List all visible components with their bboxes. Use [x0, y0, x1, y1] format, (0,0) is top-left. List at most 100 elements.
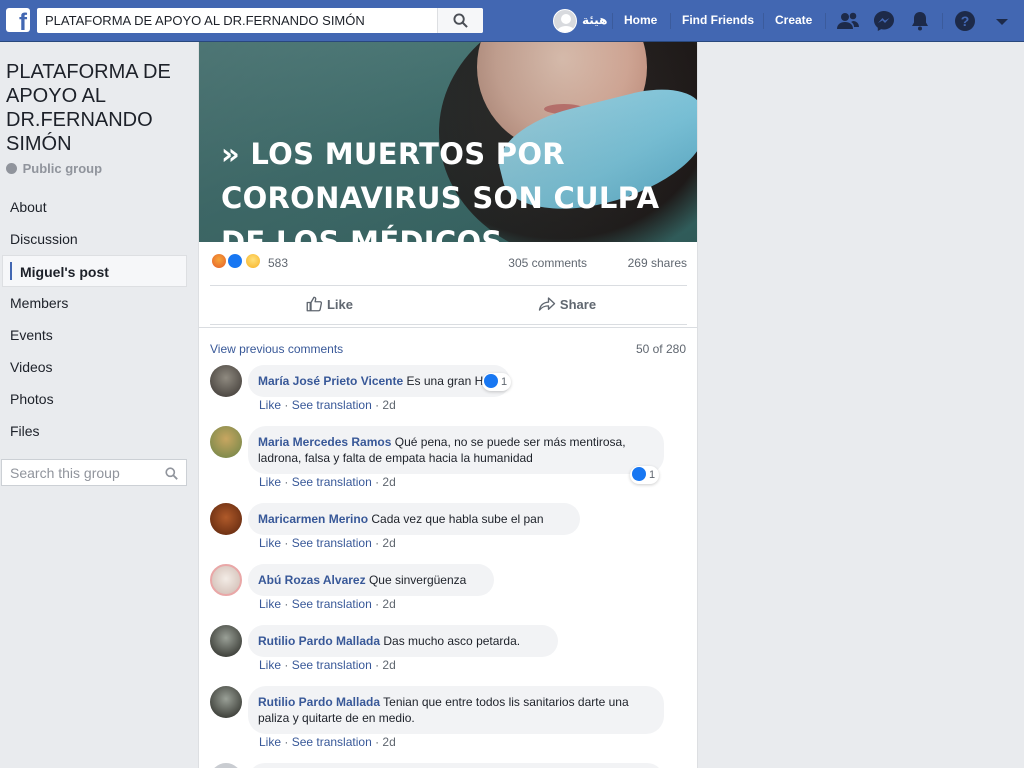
post-image[interactable]: » LOS MUERTOS POR CORONAVIRUS SON CULPA … — [199, 42, 697, 242]
user-silhouette-icon — [557, 14, 575, 32]
comment-text: Es una gran HP — [406, 374, 492, 388]
group-search-box — [1, 459, 187, 486]
comment-timestamp[interactable]: 2d — [382, 597, 395, 611]
comment-author[interactable]: Maricarmen Merino — [258, 512, 368, 526]
nav-divider — [763, 13, 764, 29]
avatar[interactable] — [210, 365, 242, 397]
reaction-count[interactable]: 583 — [268, 256, 288, 270]
notifications-bell-icon[interactable] — [908, 9, 932, 33]
sidebar-item-discussion[interactable]: Discussion — [2, 223, 187, 255]
sidebar-item-events[interactable]: Events — [2, 319, 187, 351]
comment-author[interactable]: Rutilio Pardo Mallada — [258, 695, 380, 709]
comment-author[interactable]: Rutilio Pardo Mallada — [258, 634, 380, 648]
comment-actions: Like · See translation · 2d — [259, 597, 396, 611]
comment-actions: Like · See translation · 2d — [259, 536, 396, 550]
comment-bubble — [248, 763, 664, 768]
comment-bubble: Abú Rozas Alvarez Que sinvergüenza — [248, 564, 494, 596]
comments-counter: 50 of 280 — [635, 342, 686, 356]
comment-bubble: Maria Mercedes Ramos Qué pena, no se pue… — [248, 426, 664, 474]
see-translation-link[interactable]: See translation — [292, 536, 372, 550]
comment-like-link[interactable]: Like — [259, 658, 281, 672]
sidebar-item-post[interactable]: Miguel's post — [2, 255, 187, 287]
shares-count-link[interactable]: 269 shares — [628, 256, 687, 270]
help-icon[interactable]: ? — [953, 9, 977, 33]
comment-reaction-badge[interactable]: 1 — [630, 466, 660, 484]
comment-author[interactable]: Maria Mercedes Ramos — [258, 435, 391, 449]
facebook-logo-icon[interactable]: f — [6, 8, 30, 32]
nav-find-friends-link[interactable]: Find Friends — [682, 13, 754, 27]
see-translation-link[interactable]: See translation — [292, 475, 372, 489]
comment-bubble: María José Prieto Vicente Es una gran HP — [248, 365, 510, 397]
avatar[interactable] — [210, 564, 242, 596]
group-title[interactable]: PLATAFORMA DE APOYO AL DR.FERNANDO SIMÓN — [6, 60, 186, 156]
sidebar-item-photos[interactable]: Photos — [2, 383, 187, 415]
top-navigation-bar: f هيئة Home Find Friends Create ? — [0, 0, 1024, 42]
comment-actions: Like · See translation · 2d — [259, 475, 396, 489]
nav-divider — [825, 13, 826, 29]
comment-actions: Like · See translation · 2d — [259, 735, 396, 749]
comment-timestamp[interactable]: 2d — [382, 536, 395, 550]
share-arrow-icon — [538, 297, 556, 311]
comment-text: Que sinvergüenza — [368, 573, 467, 587]
avatar[interactable] — [210, 503, 242, 535]
profile-name-link[interactable]: هيئة — [582, 13, 607, 27]
comment-text: Cada vez que habla sube el pan — [371, 512, 544, 526]
nav-divider — [942, 13, 943, 29]
comment-timestamp[interactable]: 2d — [382, 658, 395, 672]
comments-section: View previous comments 50 of 280 María J… — [199, 327, 697, 768]
comment-bubble: Maricarmen Merino Cada vez que habla sub… — [248, 503, 580, 535]
sidebar-item-videos[interactable]: Videos — [2, 351, 187, 383]
comment-like-link[interactable]: Like — [259, 475, 281, 489]
group-privacy-label: Public group — [6, 161, 102, 176]
search-input[interactable] — [37, 8, 437, 33]
sidebar-item-members[interactable]: Members — [2, 287, 187, 319]
see-translation-link[interactable]: See translation — [292, 398, 372, 412]
like-button[interactable]: Like — [210, 286, 448, 324]
haha-icon[interactable] — [244, 252, 262, 270]
messenger-icon[interactable] — [872, 9, 896, 33]
friend-requests-icon[interactable] — [836, 9, 860, 33]
avatar[interactable] — [210, 625, 242, 657]
search-icon[interactable] — [165, 467, 178, 480]
comment-like-link[interactable]: Like — [259, 398, 281, 412]
group-search-input[interactable] — [2, 460, 152, 485]
reactions-summary: 583 305 comments 269 shares — [210, 252, 687, 276]
share-button[interactable]: Share — [448, 286, 686, 324]
like-icon[interactable] — [226, 252, 244, 270]
search-button[interactable] — [437, 8, 483, 33]
thumbs-up-icon — [306, 296, 323, 312]
comment-like-link[interactable]: Like — [259, 597, 281, 611]
globe-icon — [6, 163, 17, 174]
see-translation-link[interactable]: See translation — [292, 597, 372, 611]
nav-divider — [612, 13, 613, 29]
group-side-navigation: About Discussion Miguel's post Members E… — [2, 191, 187, 447]
post-image-caption: » LOS MUERTOS POR CORONAVIRUS SON CULPA … — [221, 137, 660, 242]
nav-home-link[interactable]: Home — [624, 13, 657, 27]
comment-author[interactable]: Abú Rozas Alvarez — [258, 573, 366, 587]
avatar[interactable] — [210, 686, 242, 718]
comment-timestamp[interactable]: 2d — [382, 398, 395, 412]
comment-timestamp[interactable]: 2d — [382, 475, 395, 489]
search-icon — [453, 13, 468, 28]
account-menu-chevron-down-icon[interactable] — [990, 9, 1014, 33]
svg-text:?: ? — [961, 13, 970, 29]
comment-timestamp[interactable]: 2d — [382, 735, 395, 749]
profile-avatar[interactable] — [553, 9, 577, 33]
view-previous-comments-link[interactable]: View previous comments — [210, 342, 343, 356]
see-translation-link[interactable]: See translation — [292, 658, 372, 672]
comment-actions: Like · See translation · 2d — [259, 398, 396, 412]
post-actions: Like Share — [210, 285, 687, 325]
sidebar-item-files[interactable]: Files — [2, 415, 187, 447]
sidebar-item-about[interactable]: About — [2, 191, 187, 223]
nav-create-link[interactable]: Create — [775, 13, 812, 27]
comments-count-link[interactable]: 305 comments — [508, 256, 587, 270]
comment-like-link[interactable]: Like — [259, 536, 281, 550]
see-translation-link[interactable]: See translation — [292, 735, 372, 749]
comment-author[interactable]: María José Prieto Vicente — [258, 374, 403, 388]
avatar[interactable] — [210, 763, 242, 768]
comment-reaction-badge[interactable]: 1 — [482, 373, 512, 391]
search-box — [37, 8, 483, 33]
comment-like-link[interactable]: Like — [259, 735, 281, 749]
avatar[interactable] — [210, 426, 242, 458]
like-icon — [632, 467, 646, 481]
